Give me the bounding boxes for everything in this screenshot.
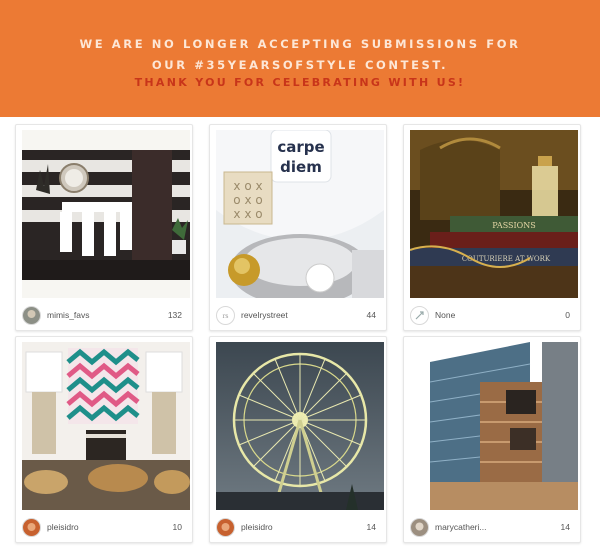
like-count: 44	[366, 310, 376, 320]
banner-line-2: OUR #35YEARSOFSTYLE CONTEST.	[151, 58, 449, 72]
like-count: 0	[565, 310, 570, 320]
pillow-text-carpe: carpe	[277, 138, 324, 156]
ferris-wheel-photo[interactable]	[216, 342, 384, 510]
like-count: 14	[366, 522, 376, 532]
user-avatar[interactable]	[22, 518, 41, 537]
carpe-diem-pillow-photo[interactable]: carpe diem x o x o x o x x o	[216, 130, 384, 298]
banner-thank-you: THANK YOU FOR CELEBRATING WITH US!	[134, 76, 466, 89]
svg-text:x x o: x x o	[233, 207, 262, 221]
photo-card[interactable]: mimis_favs 132	[15, 124, 193, 331]
card-footer: rs revelrystreet 44	[210, 302, 386, 330]
svg-text:rs: rs	[223, 313, 229, 320]
card-footer: pleisidro 10	[16, 514, 192, 542]
modern-building-photo[interactable]	[410, 342, 578, 510]
like-count: 14	[560, 522, 570, 532]
photo-card[interactable]: marycatheri... 14	[403, 336, 581, 543]
user-avatar[interactable]	[410, 306, 429, 325]
username[interactable]: revelrystreet	[241, 310, 288, 320]
handbag-perfume-books-photo[interactable]: PASSIONS COUTURIERE AT WORK	[410, 130, 578, 298]
chevron-art-lamps-photo[interactable]	[22, 342, 190, 510]
dining-room-photo[interactable]	[22, 130, 190, 298]
like-count: 10	[172, 522, 182, 532]
user-avatar[interactable]: rs	[216, 306, 235, 325]
photo-card[interactable]: carpe diem x o x o x o x x o rs revelrys…	[209, 124, 387, 331]
user-avatar[interactable]	[216, 518, 235, 537]
svg-text:o x o: o x o	[233, 193, 262, 207]
photo-card[interactable]: pleisidro 10	[15, 336, 193, 543]
user-avatar[interactable]	[410, 518, 429, 537]
card-footer: marycatheri... 14	[404, 514, 580, 542]
photo-card[interactable]: PASSIONS COUTURIERE AT WORK None 0	[403, 124, 581, 331]
svg-text:x o x: x o x	[233, 179, 262, 193]
banner-line-1: WE ARE NO LONGER ACCEPTING SUBMISSIONS F…	[79, 37, 521, 51]
card-footer: None 0	[404, 302, 580, 330]
username[interactable]: mimis_favs	[47, 310, 90, 320]
card-footer: mimis_favs 132	[16, 302, 192, 330]
book-title-passions: PASSIONS	[492, 221, 535, 230]
card-footer: pleisidro 14	[210, 514, 386, 542]
like-count: 132	[167, 310, 182, 320]
username[interactable]: pleisidro	[47, 522, 79, 532]
username[interactable]: marycatheri...	[435, 522, 487, 532]
username[interactable]: pleisidro	[241, 522, 273, 532]
pillow-text-diem: diem	[280, 158, 322, 176]
contest-banner: WE ARE NO LONGER ACCEPTING SUBMISSIONS F…	[0, 0, 600, 117]
user-avatar[interactable]	[22, 306, 41, 325]
username[interactable]: None	[435, 310, 455, 320]
photo-card[interactable]: pleisidro 14	[209, 336, 387, 543]
